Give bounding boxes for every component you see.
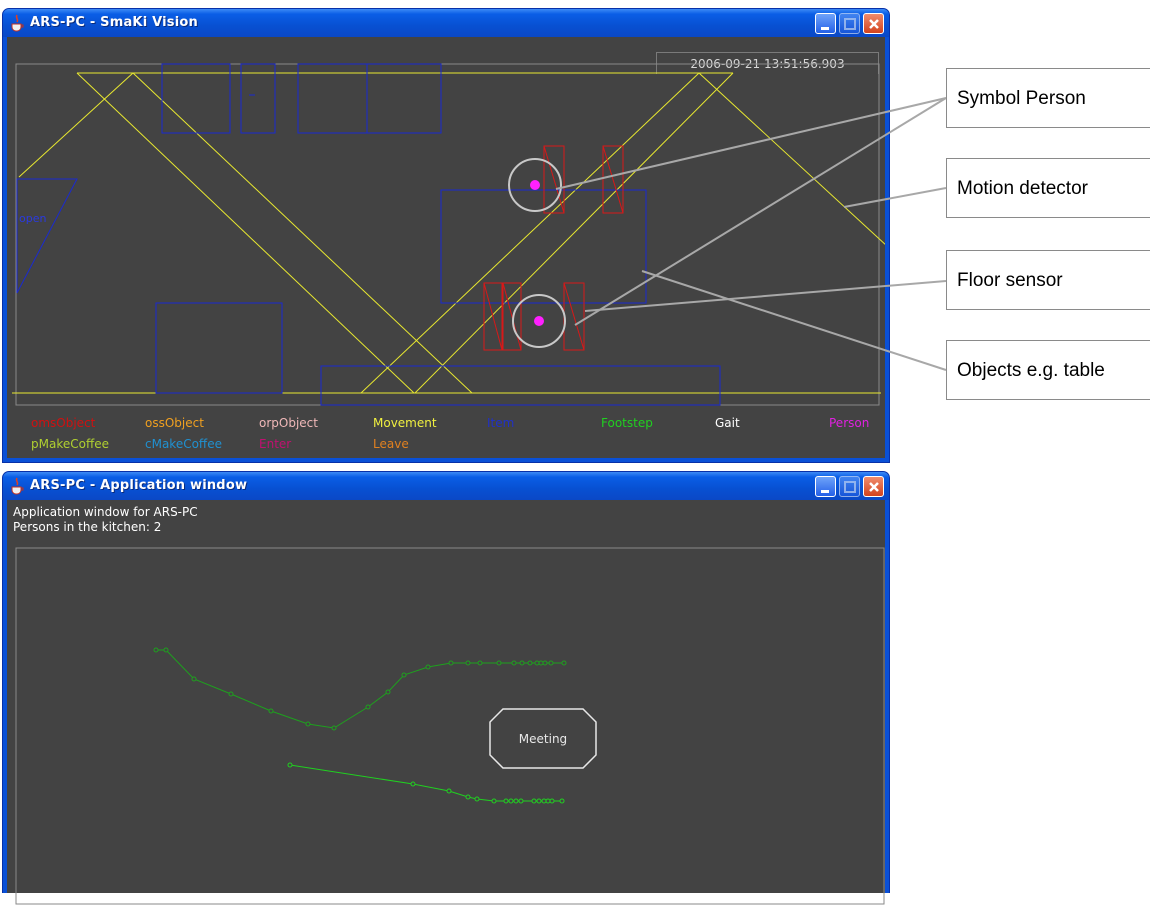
vision-minimize-button[interactable]	[815, 13, 836, 34]
vision-titlebar[interactable]: ARS-PC - SmaKi Vision	[3, 9, 889, 37]
legend-item: Gait	[715, 416, 740, 430]
legend-item: Enter	[259, 437, 292, 451]
legend-item: pMakeCoffee	[31, 437, 109, 451]
legend-item: Item	[487, 416, 515, 430]
legend-item: cMakeCoffee	[145, 437, 222, 451]
vision-window: ARS-PC - SmaKi Vision 2006-09-21 13:51:5…	[2, 8, 890, 463]
app-client-area: Application window for ARS-PC Persons in…	[7, 500, 885, 905]
legend-item: Person	[829, 416, 870, 430]
app-minimize-button[interactable]	[815, 476, 836, 497]
vision-close-button[interactable]	[863, 13, 884, 34]
legend-item: omsObject	[31, 416, 96, 430]
trajectory-person-2-points	[287, 762, 565, 804]
java-cup-icon	[11, 477, 24, 495]
meeting-indicator: Meeting	[489, 708, 597, 769]
app-titlebar[interactable]: ARS-PC - Application window	[3, 472, 889, 500]
vision-window-title: ARS-PC - SmaKi Vision	[30, 15, 198, 30]
app-maximize-button[interactable]	[839, 476, 860, 497]
app-header-line1: Application window for ARS-PC	[13, 505, 198, 519]
item-objects	[16, 63, 721, 406]
tracking-area-outline	[15, 547, 885, 905]
app-close-button[interactable]	[863, 476, 884, 497]
floorplan-canvas: open	[12, 63, 885, 406]
persons-count-label: Persons in the kitchen: 2	[13, 520, 162, 534]
callout-motion-detector: Motion detector	[946, 158, 1150, 218]
legend-item: ossObject	[145, 416, 204, 430]
callout-floor-sensor: Floor sensor	[946, 250, 1150, 310]
vision-maximize-button[interactable]	[839, 13, 860, 34]
legend-item: Footstep	[601, 416, 653, 430]
trajectory-person-1	[156, 649, 564, 729]
app-window-title: ARS-PC - Application window	[30, 478, 248, 493]
legend-item: Movement	[373, 416, 437, 430]
trajectory-person-1-points	[153, 647, 567, 731]
legend-item: Leave	[373, 437, 409, 451]
meeting-label: Meeting	[519, 732, 567, 746]
app-window: ARS-PC - Application window Application …	[2, 471, 890, 905]
floor-sensors	[483, 145, 624, 351]
motion-detector-zones	[18, 72, 885, 394]
callout-symbol-person: Symbol Person	[946, 68, 1150, 128]
legend-item: orpObject	[259, 416, 318, 430]
java-cup-icon	[11, 14, 24, 32]
trajectory-canvas: Meeting	[15, 547, 885, 905]
trajectory-person-2	[289, 764, 562, 802]
vision-canvas-area: 2006-09-21 13:51:56.903 open omsObject o…	[7, 37, 885, 458]
room-outline	[15, 63, 880, 406]
callout-objects: Objects e.g. table	[946, 340, 1150, 400]
open-label: open	[19, 212, 46, 225]
